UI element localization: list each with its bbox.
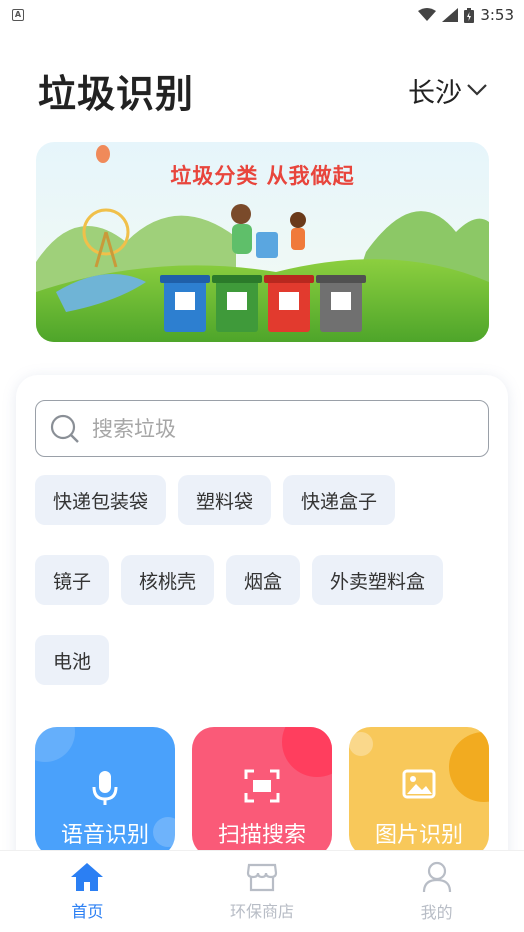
hot-tags: 快递包装袋 塑料袋 快递盒子 镜子 核桃壳 烟盒 外卖塑料盒 电池 bbox=[35, 475, 495, 715]
signal-icon bbox=[442, 8, 459, 22]
banner-slogan: 垃圾分类 从我做起 bbox=[170, 164, 355, 188]
decor-bubble bbox=[449, 732, 489, 802]
tag-battery[interactable]: 电池 bbox=[35, 635, 110, 685]
tag-express-box[interactable]: 快递盒子 bbox=[283, 475, 396, 525]
tag-row: 快递包装袋 塑料袋 快递盒子 bbox=[35, 475, 495, 525]
status-time: 3:53 bbox=[480, 6, 514, 24]
bottom-tab-bar: 首页 环保商店 我的 bbox=[0, 850, 524, 932]
tag-row: 镜子 核桃壳 烟盒 外卖塑料盒 bbox=[35, 555, 495, 605]
search-input[interactable] bbox=[92, 416, 452, 441]
store-icon bbox=[246, 863, 278, 891]
city-selector[interactable]: 长沙 bbox=[408, 71, 488, 110]
notification-icon: A bbox=[12, 9, 24, 21]
tab-home-label: 首页 bbox=[71, 901, 104, 921]
tag-cigarette-box[interactable]: 烟盒 bbox=[226, 555, 301, 605]
tag-plastic-bag[interactable]: 塑料袋 bbox=[178, 475, 272, 525]
tab-eco-store-label: 环保商店 bbox=[230, 901, 295, 921]
scan-icon bbox=[244, 769, 280, 803]
tab-mine-label: 我的 bbox=[420, 902, 453, 922]
tab-mine[interactable]: 我的 bbox=[349, 851, 524, 932]
tag-row: 电池 bbox=[35, 635, 495, 685]
wifi-icon bbox=[418, 8, 437, 21]
image-icon bbox=[402, 769, 436, 799]
scan-search-label: 扫描搜索 bbox=[217, 823, 306, 848]
tab-eco-store[interactable]: 环保商店 bbox=[175, 851, 350, 932]
tag-express-bag[interactable]: 快递包装袋 bbox=[35, 475, 167, 525]
search-box[interactable] bbox=[35, 400, 489, 457]
action-row: 语音识别 扫描搜索 图片识别 bbox=[35, 727, 490, 857]
recognition-card: 快递包装袋 塑料袋 快递盒子 镜子 核桃壳 烟盒 外卖塑料盒 电池 语音识别 扫… bbox=[16, 375, 508, 895]
tab-home[interactable]: 首页 bbox=[0, 851, 175, 932]
tag-mirror[interactable]: 镜子 bbox=[35, 555, 110, 605]
tag-walnut-shell[interactable]: 核桃壳 bbox=[121, 555, 215, 605]
scan-search-button[interactable]: 扫描搜索 bbox=[192, 727, 332, 857]
voice-recognition-label: 语音识别 bbox=[60, 823, 149, 848]
user-icon bbox=[422, 861, 451, 892]
home-icon bbox=[71, 862, 104, 891]
search-icon bbox=[50, 414, 79, 443]
decor-bubble bbox=[35, 727, 75, 762]
promo-banner[interactable]: 垃圾分类 从我做起 bbox=[36, 142, 489, 342]
chevron-down-icon bbox=[467, 84, 487, 96]
voice-recognition-button[interactable]: 语音识别 bbox=[35, 727, 175, 857]
status-bar: A 3:53 bbox=[0, 0, 524, 30]
page-title: 垃圾识别 bbox=[38, 71, 195, 116]
mic-icon bbox=[92, 771, 118, 805]
battery-icon bbox=[464, 7, 475, 23]
decor-bubble bbox=[282, 727, 332, 777]
image-recognition-button[interactable]: 图片识别 bbox=[349, 727, 489, 857]
decor-bubble bbox=[349, 732, 373, 756]
image-recognition-label: 图片识别 bbox=[374, 823, 463, 848]
city-label: 长沙 bbox=[408, 77, 462, 109]
header: 垃圾识别 长沙 bbox=[38, 60, 488, 120]
tag-takeout-box[interactable]: 外卖塑料盒 bbox=[312, 555, 444, 605]
